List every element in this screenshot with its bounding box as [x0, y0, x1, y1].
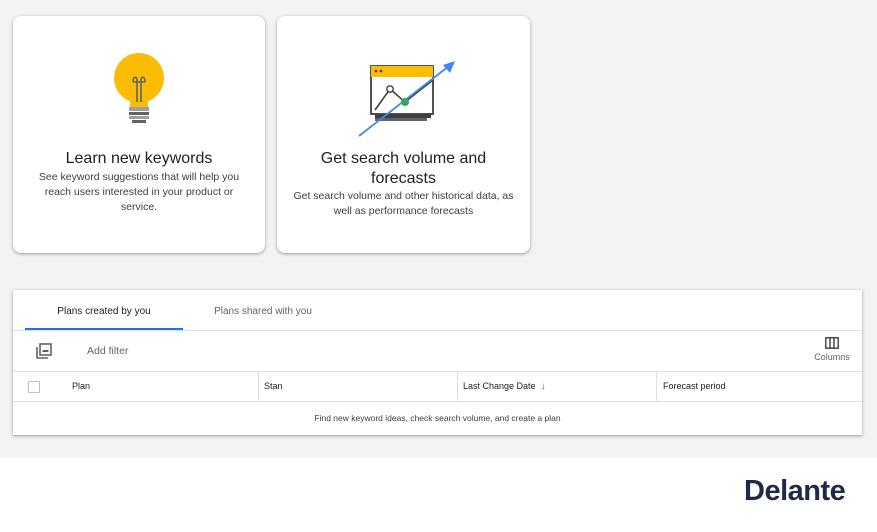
columns-button[interactable]: Columns [812, 337, 852, 367]
lightbulb-icon [111, 52, 167, 124]
table-header: Plan Stan Last Change Date ↓ Forecast per… [13, 372, 862, 402]
delante-logo: Delante [744, 475, 846, 507]
card-title: Get search volume and forecasts [320, 150, 487, 187]
tab-label: Plans created by you [57, 306, 151, 317]
learn-keywords-card[interactable]: Learn new keywords See keyword suggestio… [13, 16, 265, 253]
tab-plans-created[interactable]: Plans created by you [25, 290, 183, 330]
column-header-plan[interactable]: Plan [72, 372, 90, 401]
column-divider [258, 372, 259, 401]
column-header-forecast-period[interactable]: Forecast period [663, 372, 726, 401]
search-volume-card[interactable]: Get search volume and forecasts Get sear… [277, 16, 530, 253]
empty-table-message: Find new keyword ideas, check search vol… [314, 413, 561, 423]
column-header-stan[interactable]: Stan [264, 372, 283, 401]
forecast-chart-icon [357, 58, 457, 140]
plans-panel: Plans created by you Plans shared with y… [13, 290, 862, 435]
active-tab-indicator [25, 328, 183, 330]
column-header-label: Last Change Date [463, 381, 536, 391]
sort-down-icon: ↓ [540, 381, 546, 392]
select-all-checkbox[interactable] [28, 381, 40, 393]
column-header-last-change-date[interactable]: Last Change Date ↓ [463, 372, 546, 401]
filter-toolbar: Add filter Columns [13, 331, 862, 372]
column-divider [457, 372, 458, 401]
tab-label: Plans shared with you [214, 306, 312, 317]
columns-icon [825, 337, 839, 349]
card-description: Get search volume and other historical d… [293, 190, 514, 217]
column-divider [656, 372, 657, 401]
tab-plans-shared[interactable]: Plans shared with you [198, 290, 328, 330]
columns-label: Columns [814, 352, 850, 362]
filter-icon[interactable] [36, 343, 52, 359]
add-filter-button[interactable]: Add filter [87, 345, 128, 357]
card-title: Learn new keywords [65, 150, 213, 167]
card-description: See keyword suggestions that will help y… [38, 171, 240, 213]
plans-tabs: Plans created by you Plans shared with y… [13, 290, 862, 331]
